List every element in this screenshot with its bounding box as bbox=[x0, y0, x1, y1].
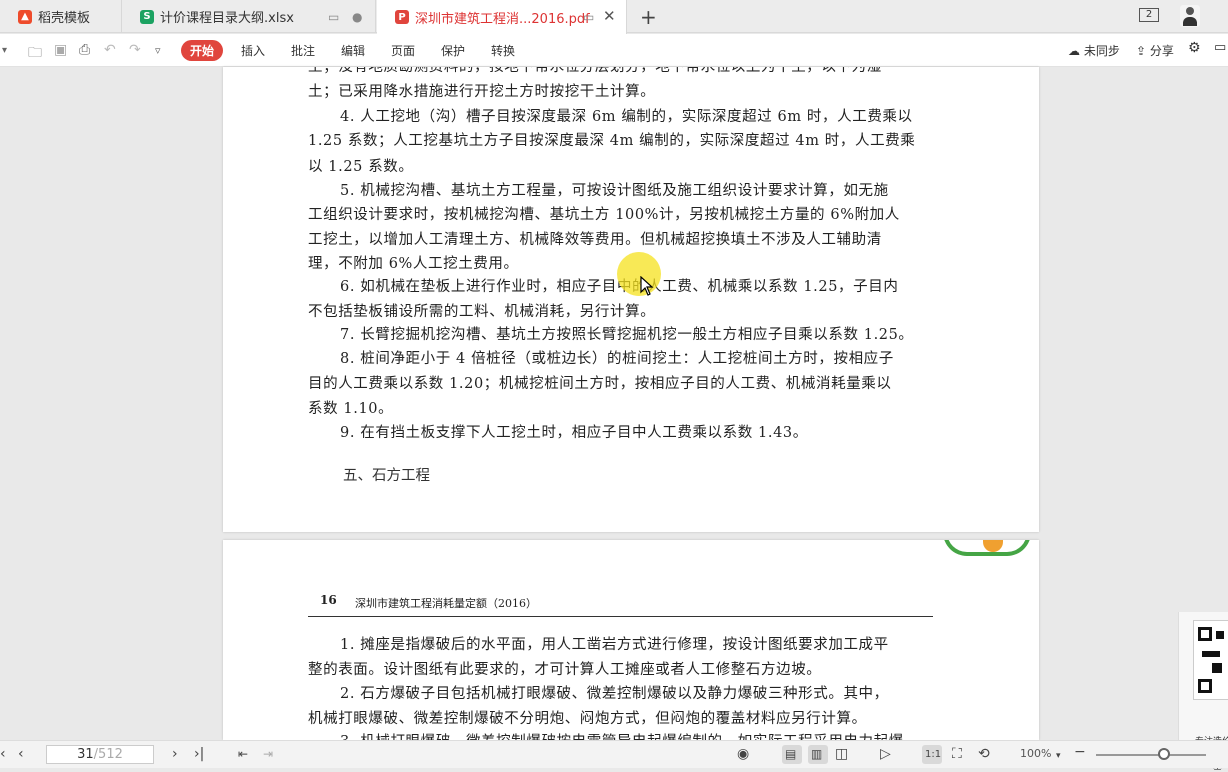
text-line: 1. 摊座是指爆破后的水平面，用人工凿岩方式进行修理，按设计图纸要求加工成平 bbox=[340, 637, 889, 653]
text-line: 5. 机械挖沟槽、基坑土方工程量，可按设计图纸及施工组织设计要求计算，如无施 bbox=[340, 183, 889, 199]
tab-pdf[interactable]: P 深圳市建筑工程消...2016.pdf ▭ ✕ bbox=[377, 0, 627, 34]
tab-label: 计价课程目录大纲.xlsx bbox=[160, 11, 294, 26]
rotate-icon[interactable]: ⟲ bbox=[978, 746, 990, 762]
menu-page[interactable]: 页面 bbox=[391, 42, 415, 59]
text-line: 9. 在有挡土板支撑下人工挖土时，相应子目中人工费乘以系数 1.43。 bbox=[340, 425, 808, 441]
text-line: 以 1.25 系数。 bbox=[308, 159, 414, 175]
window-icon[interactable]: ▭ bbox=[583, 10, 594, 24]
page-header-title: 深圳市建筑工程消耗量定额（2016） bbox=[355, 597, 537, 610]
continuous-page-icon: ▥ bbox=[811, 747, 823, 761]
new-tab-icon[interactable]: + bbox=[640, 5, 657, 29]
pdf-page-31: 土；没有地质勘测资料的，按地下常水位分层划分，地下常水位以上为干土，以下为湿 土… bbox=[223, 67, 1039, 532]
text-line: 整的表面。设计图纸有此要求的，才可计算人工摊座或者人工修整石方边坡。 bbox=[308, 662, 822, 678]
share-icon: ⇪ bbox=[1136, 44, 1147, 58]
settings-icon[interactable]: ⚙ bbox=[1188, 40, 1201, 56]
text-line: 工挖土，以增加人工清理土方、机械降效等费用。但机械超挖换填土不涉及人工辅助清 bbox=[308, 232, 882, 248]
window-count-badge[interactable]: 2 bbox=[1139, 8, 1159, 22]
next-page-icon[interactable]: › bbox=[172, 746, 178, 762]
tab-bar: ▲ 稻壳模板 S 计价课程目录大纲.xlsx ▭ ● P 深圳市建筑工程消...… bbox=[0, 0, 1228, 34]
menu-annotate[interactable]: 批注 bbox=[291, 42, 315, 59]
tab-docer[interactable]: ▲ 稻壳模板 bbox=[0, 0, 122, 33]
share-button[interactable]: ⇪ 分享 bbox=[1136, 42, 1174, 59]
comment-icon[interactable]: ▭ bbox=[1214, 40, 1226, 55]
status-bar: ‹ ‹ 31/512 › ›| ⇤ ⇥ ◉ ▤ ▥ ◫ ▷ 1:1 ⛶ ⟲ 10… bbox=[0, 740, 1228, 768]
page-number-input[interactable]: 31/512 bbox=[46, 745, 154, 764]
redo-icon[interactable]: ↷ bbox=[129, 42, 141, 58]
toolbar: ▾ 🗀 ▣ ⎙ ↶ ↷ ▿ 开始 插入 批注 编辑 页面 保护 转换 ☁ 未同步… bbox=[0, 34, 1228, 67]
section-heading: 五、石方工程 bbox=[343, 468, 430, 484]
qr-module bbox=[1212, 663, 1222, 673]
cursor-highlight bbox=[617, 252, 661, 296]
spreadsheet-icon: S bbox=[140, 9, 154, 24]
text-line: 土；已采用降水措施进行开挖土方时按挖干土计算。 bbox=[308, 84, 656, 100]
two-page-icon[interactable]: ◫ bbox=[835, 746, 848, 762]
text-line: 1.25 系数；人工挖基坑土方子目按深度最深 4m 编制的，实际深度超过 4m … bbox=[308, 133, 916, 149]
actual-size-icon: 1:1 bbox=[925, 749, 942, 760]
text-line: 工组织设计要求时，按机械挖沟槽、基坑土方 100%计，另按机械挖土方量的 6%附… bbox=[308, 207, 900, 223]
unsaved-dot-icon: ● bbox=[352, 9, 363, 24]
qr-module bbox=[1202, 651, 1220, 657]
more-icon[interactable]: ▿ bbox=[155, 44, 161, 57]
header-rule bbox=[308, 616, 933, 617]
text-line: 土；没有地质勘测资料的，按地下常水位分层划分，地下常水位以上为干土，以下为湿 bbox=[308, 67, 882, 75]
total-pages: /512 bbox=[93, 747, 123, 762]
last-page-icon[interactable]: ›| bbox=[194, 746, 204, 762]
close-tab-icon[interactable]: ✕ bbox=[603, 7, 616, 25]
chevron-down-icon[interactable]: ▾ bbox=[2, 45, 7, 56]
menu-convert[interactable]: 转换 bbox=[491, 42, 515, 59]
mouse-cursor-icon bbox=[640, 276, 654, 296]
save-icon[interactable]: ▣ bbox=[54, 42, 67, 58]
pdf-icon: P bbox=[395, 10, 409, 24]
text-line: 7. 长臂挖掘机挖沟槽、基坑土方按照长臂挖掘机挖一般土方相应子目乘以系数 1.2… bbox=[340, 327, 914, 343]
text-line: 系数 1.10。 bbox=[308, 401, 394, 417]
print-icon[interactable]: ⎙ bbox=[79, 42, 90, 58]
text-line: 3. 机械打眼爆破、微差控制爆破按电雷管导电起爆编制的，如实际工程采用电力起爆 bbox=[308, 730, 933, 740]
open-folder-icon[interactable]: 🗀 bbox=[28, 42, 42, 66]
text-line: 目的人工费乘以系数 1.20；机械挖桩间土方时，按相应子目的人工费、机械消耗量乘… bbox=[308, 376, 892, 392]
zoom-dropdown-icon[interactable]: ▾ bbox=[1056, 751, 1061, 761]
qr-finder bbox=[1198, 627, 1212, 641]
fit-right-icon[interactable]: ⇥ bbox=[263, 747, 273, 761]
zoom-out-icon[interactable]: − bbox=[1074, 744, 1086, 760]
text-line: 8. 桩间净距小于 4 倍桩径（或桩边长）的桩间挖土：人工挖桩间土方时，按相应子 bbox=[340, 351, 894, 367]
single-page-icon: ▤ bbox=[785, 747, 797, 761]
zoom-level[interactable]: 100% bbox=[1020, 747, 1051, 760]
zoom-slider[interactable] bbox=[1096, 754, 1206, 756]
fit-left-icon[interactable]: ⇤ bbox=[238, 747, 248, 761]
menu-start[interactable]: 开始 bbox=[181, 40, 224, 61]
text-line: 2. 石方爆破子目包括机械打眼爆破、微差控制爆破以及静力爆破三种形式。其中， bbox=[340, 686, 889, 702]
tab-label: 稻壳模板 bbox=[38, 11, 91, 26]
current-page: 31 bbox=[77, 747, 94, 762]
eye-icon[interactable]: ◉ bbox=[737, 746, 749, 762]
text-line: 机械打眼爆破、微差控制爆破不分明炮、闷炮方式，但闷炮的覆盖材料应另行计算。 bbox=[308, 711, 867, 727]
cloud-icon: ☁ bbox=[1068, 44, 1080, 58]
avatar[interactable] bbox=[1180, 5, 1200, 27]
text-line: 不包括垫板铺设所需的工料、机械消耗，另行计算。 bbox=[308, 304, 656, 320]
share-label: 分享 bbox=[1149, 44, 1174, 58]
first-page-icon[interactable]: ‹ bbox=[0, 746, 6, 762]
page-number: 16 bbox=[320, 593, 337, 607]
play-icon[interactable]: ▷ bbox=[880, 746, 891, 762]
sync-label: 未同步 bbox=[1083, 44, 1120, 58]
tab-spreadsheet[interactable]: S 计价课程目录大纲.xlsx ▭ ● bbox=[122, 0, 376, 33]
cloud-sync-button[interactable]: ☁ 未同步 bbox=[1068, 42, 1120, 59]
text-line: 4. 人工挖地（沟）槽子目按深度最深 6m 编制的，实际深度超过 6m 时，人工… bbox=[340, 109, 913, 125]
undo-icon[interactable]: ↶ bbox=[104, 42, 116, 58]
prev-page-icon[interactable]: ‹ bbox=[18, 746, 24, 762]
window-icon[interactable]: ▭ bbox=[328, 10, 339, 24]
fit-page-icon[interactable]: ⛶ bbox=[952, 746, 962, 762]
qr-code-widget[interactable]: 专注造价 零基 bbox=[1178, 612, 1228, 772]
zoom-slider-knob[interactable] bbox=[1158, 748, 1170, 760]
pdf-page-32: 16 深圳市建筑工程消耗量定额（2016） 1. 摊座是指爆破后的水平面，用人工… bbox=[223, 540, 1039, 740]
docer-icon: ▲ bbox=[18, 9, 32, 24]
menu-insert[interactable]: 插入 bbox=[241, 42, 265, 59]
qr-finder bbox=[1198, 679, 1212, 693]
qr-code bbox=[1193, 620, 1228, 700]
qr-module bbox=[1216, 631, 1224, 639]
menu-protect[interactable]: 保护 bbox=[441, 42, 465, 59]
menu-edit[interactable]: 编辑 bbox=[341, 42, 365, 59]
tab-label: 深圳市建筑工程消...2016.pdf bbox=[415, 11, 590, 27]
